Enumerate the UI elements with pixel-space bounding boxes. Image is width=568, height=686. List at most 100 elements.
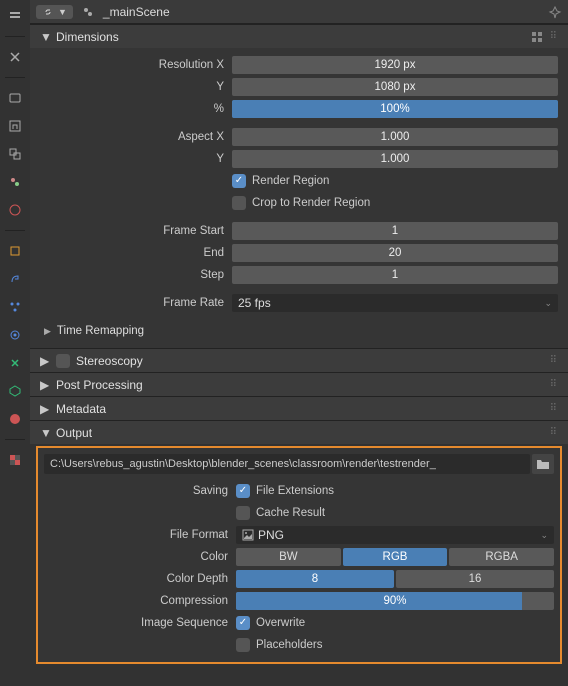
output-tab-icon[interactable] bbox=[5, 116, 25, 136]
disclosure-down-icon[interactable]: ▼ bbox=[40, 30, 50, 44]
compression-label: Compression bbox=[44, 595, 236, 607]
viewlayer-tab-icon[interactable] bbox=[5, 144, 25, 164]
image-sequence-label: Image Sequence bbox=[44, 617, 236, 629]
overwrite-label: Overwrite bbox=[256, 617, 305, 629]
preset-icon[interactable] bbox=[530, 30, 544, 44]
texture-tab-icon[interactable] bbox=[5, 450, 25, 470]
object-tab-icon[interactable] bbox=[5, 241, 25, 261]
tool-tab-icon[interactable] bbox=[5, 47, 25, 67]
resolution-x-field[interactable]: 1920 px bbox=[232, 56, 558, 74]
color-label: Color bbox=[44, 551, 236, 563]
output-panel-highlighted: C:\Users\rebus_agustin\Desktop\blender_s… bbox=[36, 446, 562, 664]
resolution-pct-label: % bbox=[40, 103, 232, 115]
resolution-y-field[interactable]: 1080 px bbox=[232, 78, 558, 96]
material-tab-icon[interactable] bbox=[5, 409, 25, 429]
panel-header-metadata[interactable]: ▶ Metadata ⠿ bbox=[30, 396, 568, 420]
color-depth-label: Color Depth bbox=[44, 573, 236, 585]
color-mode-group: BW RGB RGBA bbox=[236, 548, 554, 566]
stereoscopy-enable-checkbox[interactable] bbox=[56, 354, 70, 368]
properties-header: ▼ _mainScene bbox=[30, 0, 568, 24]
browse-folder-button[interactable] bbox=[532, 454, 554, 474]
panel-title: Metadata bbox=[56, 402, 544, 416]
scene-tab-icon[interactable] bbox=[5, 172, 25, 192]
disclosure-down-icon[interactable]: ▼ bbox=[40, 426, 50, 440]
link-icon bbox=[42, 6, 54, 18]
panel-header-dimensions[interactable]: ▼ Dimensions ⠿ bbox=[30, 24, 568, 48]
properties-tab-sidebar bbox=[0, 0, 30, 686]
color-bw-button[interactable]: BW bbox=[236, 548, 341, 566]
cache-result-checkbox[interactable] bbox=[236, 506, 250, 520]
pin-icon[interactable] bbox=[548, 5, 562, 19]
panel-header-output[interactable]: ▼ Output ⠿ bbox=[30, 420, 568, 444]
panel-header-postprocessing[interactable]: ▶ Post Processing ⠿ bbox=[30, 372, 568, 396]
aspect-x-label: Aspect X bbox=[40, 131, 232, 143]
saving-label: Saving bbox=[44, 485, 236, 497]
aspect-y-label: Y bbox=[40, 153, 232, 165]
scene-name: _mainScene bbox=[103, 5, 170, 19]
drag-handle-icon[interactable]: ⠿ bbox=[550, 31, 558, 42]
depth-16-button[interactable]: 16 bbox=[396, 570, 554, 588]
chevron-down-icon: ⌄ bbox=[540, 530, 548, 541]
overwrite-checkbox[interactable] bbox=[236, 616, 250, 630]
drag-handle-icon[interactable]: ⠿ bbox=[550, 355, 558, 366]
dimensions-panel: Resolution X1920 px Y1080 px %100% Aspec… bbox=[30, 48, 568, 348]
frame-end-label: End bbox=[40, 247, 232, 259]
drag-handle-icon[interactable]: ⠿ bbox=[550, 427, 558, 438]
frame-rate-label: Frame Rate bbox=[40, 297, 232, 309]
context-dropdown-icon[interactable] bbox=[5, 6, 25, 26]
panel-title: Post Processing bbox=[56, 378, 544, 392]
disclosure-right-icon[interactable]: ▶ bbox=[40, 354, 50, 368]
cache-result-label: Cache Result bbox=[256, 507, 325, 519]
resolution-y-label: Y bbox=[40, 81, 232, 93]
render-region-checkbox[interactable] bbox=[232, 174, 246, 188]
placeholders-label: Placeholders bbox=[256, 639, 322, 651]
frame-end-field[interactable]: 20 bbox=[232, 244, 558, 262]
panel-title: Stereoscopy bbox=[76, 354, 544, 368]
image-icon bbox=[242, 529, 254, 541]
disclosure-right-icon[interactable]: ▶ bbox=[44, 326, 51, 337]
chevron-down-icon: ▼ bbox=[58, 7, 67, 17]
aspect-x-field[interactable]: 1.000 bbox=[232, 128, 558, 146]
color-depth-group: 8 16 bbox=[236, 570, 554, 588]
data-tab-icon[interactable] bbox=[5, 381, 25, 401]
file-extensions-label: File Extensions bbox=[256, 485, 334, 497]
render-tab-icon[interactable] bbox=[5, 88, 25, 108]
frame-start-field[interactable]: 1 bbox=[232, 222, 558, 240]
render-region-label: Render Region bbox=[252, 175, 329, 187]
drag-handle-icon[interactable]: ⠿ bbox=[550, 379, 558, 390]
file-format-label: File Format bbox=[44, 529, 236, 541]
depth-8-button[interactable]: 8 bbox=[236, 570, 394, 588]
time-remapping-subpanel[interactable]: ▶Time Remapping bbox=[40, 320, 558, 342]
frame-rate-select[interactable]: 25 fps⌄ bbox=[232, 294, 558, 312]
particle-tab-icon[interactable] bbox=[5, 297, 25, 317]
frame-step-field[interactable]: 1 bbox=[232, 266, 558, 284]
scene-icon bbox=[81, 5, 95, 19]
color-rgb-button[interactable]: RGB bbox=[343, 548, 448, 566]
disclosure-right-icon[interactable]: ▶ bbox=[40, 378, 50, 392]
frame-step-label: Step bbox=[40, 269, 232, 281]
frame-start-label: Frame Start bbox=[40, 225, 232, 237]
placeholders-checkbox[interactable] bbox=[236, 638, 250, 652]
chevron-down-icon: ⌄ bbox=[544, 298, 552, 309]
crop-label: Crop to Render Region bbox=[252, 197, 370, 209]
file-format-select[interactable]: PNG⌄ bbox=[236, 526, 554, 544]
compression-slider[interactable]: 90% bbox=[236, 592, 554, 610]
panel-title: Dimensions bbox=[56, 30, 524, 44]
folder-icon bbox=[536, 458, 550, 470]
world-tab-icon[interactable] bbox=[5, 200, 25, 220]
panel-title: Output bbox=[56, 426, 544, 440]
physics-tab-icon[interactable] bbox=[5, 325, 25, 345]
file-extensions-checkbox[interactable] bbox=[236, 484, 250, 498]
modifier-tab-icon[interactable] bbox=[5, 269, 25, 289]
constraint-tab-icon[interactable] bbox=[5, 353, 25, 373]
pin-context-dropdown[interactable]: ▼ bbox=[36, 5, 73, 19]
drag-handle-icon[interactable]: ⠿ bbox=[550, 403, 558, 414]
aspect-y-field[interactable]: 1.000 bbox=[232, 150, 558, 168]
panel-header-stereoscopy[interactable]: ▶ Stereoscopy ⠿ bbox=[30, 348, 568, 372]
output-path-field[interactable]: C:\Users\rebus_agustin\Desktop\blender_s… bbox=[44, 454, 530, 474]
resolution-x-label: Resolution X bbox=[40, 59, 232, 71]
crop-checkbox[interactable] bbox=[232, 196, 246, 210]
color-rgba-button[interactable]: RGBA bbox=[449, 548, 554, 566]
disclosure-right-icon[interactable]: ▶ bbox=[40, 402, 50, 416]
resolution-pct-field[interactable]: 100% bbox=[232, 100, 558, 118]
